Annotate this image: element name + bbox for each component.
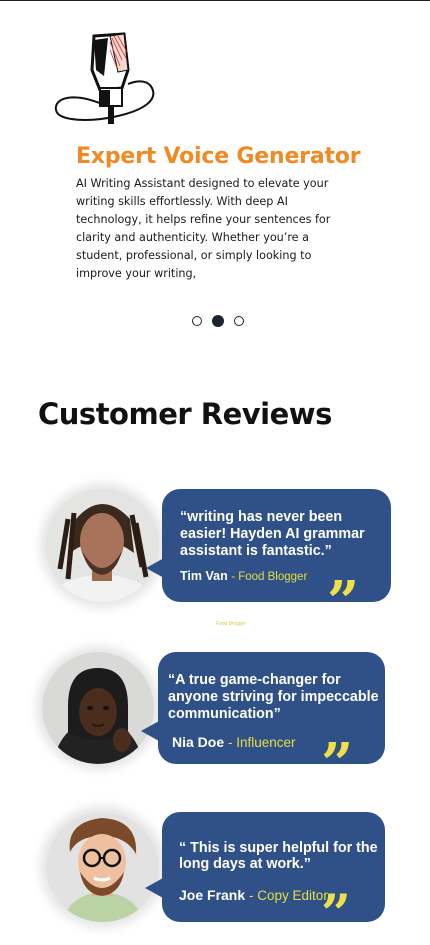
faint-caption: Food Blogger (216, 621, 247, 627)
review-quote: “ This is super helpful for the long day… (179, 840, 378, 872)
carousel-pagination (192, 315, 244, 327)
reviewer-role: - Copy Editor (249, 888, 328, 903)
review-quote: “writing has never been easier! Hayden A… (180, 509, 365, 559)
reviewer: Joe Frank - Copy Editor (179, 887, 328, 903)
avatar (42, 652, 154, 764)
slide-description: AI Writing Assistant designed to elevate… (76, 177, 331, 280)
person-photo-icon (46, 812, 159, 922)
reviews-heading: Customer Reviews (38, 397, 332, 431)
carousel-dot-2[interactable] (212, 315, 224, 327)
slide-title: Expert Voice Generator (76, 144, 361, 169)
carousel-dot-3[interactable] (234, 316, 244, 326)
closing-quote-icon: ” (327, 569, 360, 635)
avatar (46, 812, 159, 922)
reviewer-name: Nia Doe (172, 734, 225, 750)
reviewer: Tim Van - Food Blogger (180, 569, 307, 583)
bubble-tail (141, 721, 159, 741)
closing-quote-icon: ” (321, 731, 354, 797)
person-photo-icon (46, 489, 159, 602)
reviewer-role: - Food Blogger (231, 571, 308, 583)
closing-quote-icon: ” (321, 884, 351, 945)
review-quote: “A true game-changer for anyone striving… (168, 672, 379, 722)
carousel-dot-1[interactable] (192, 316, 202, 326)
person-photo-icon (42, 652, 154, 764)
bubble-tail (145, 878, 163, 898)
reviewer: Nia Doe - Influencer (172, 734, 296, 750)
reviewer-name: Joe Frank (179, 887, 246, 903)
top-divider (0, 0, 430, 1)
microphone-icon (54, 32, 155, 124)
reviewer-role: - Influencer (228, 735, 296, 750)
reviewer-name: Tim Van (180, 569, 228, 583)
avatar (46, 489, 159, 602)
